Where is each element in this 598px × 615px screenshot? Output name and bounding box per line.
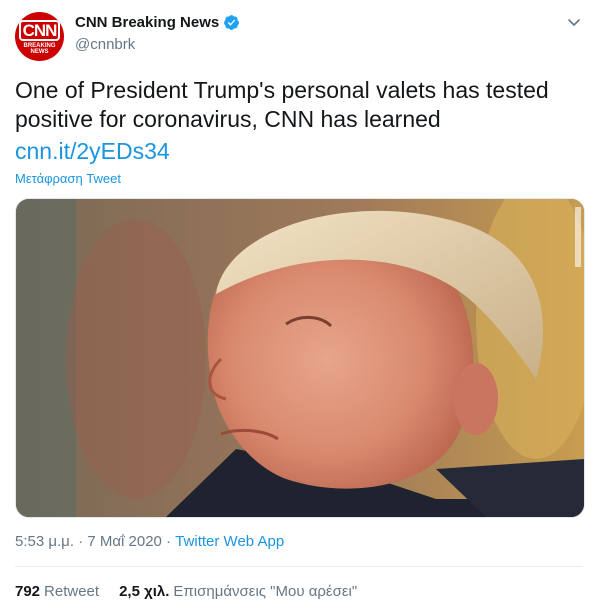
photo-illustration — [16, 199, 584, 517]
avatar-sub-text: BREAKING NEWS — [23, 43, 56, 55]
tweet-photo[interactable] — [15, 198, 585, 518]
avatar[interactable]: CNN BREAKING NEWS — [15, 12, 64, 61]
meta-separator: · — [166, 533, 172, 550]
tweet-stats: 792 Retweet 2,5 χιλ. Επισημάνσεις "Μου α… — [15, 583, 357, 600]
likes-count[interactable]: 2,5 χιλ. — [119, 583, 169, 600]
tweet-date[interactable]: 7 Μαΐ 2020 — [87, 533, 162, 550]
retweet-label[interactable]: Retweet — [44, 583, 99, 600]
verified-badge-icon — [224, 15, 240, 30]
translate-tweet-link[interactable]: Μετάφραση Tweet — [15, 171, 121, 186]
avatar-logo-text: CNN — [18, 20, 61, 41]
account-name-row[interactable]: CNN Breaking News — [75, 14, 240, 31]
divider — [15, 566, 583, 567]
chevron-down-icon[interactable] — [566, 14, 582, 30]
tweet-meta: 5:53 μ.μ. · 7 Μαΐ 2020 · Twitter Web App — [15, 533, 284, 550]
tweet-text: One of President Trump's personal valets… — [15, 77, 549, 132]
retweet-count[interactable]: 792 — [15, 583, 40, 600]
meta-separator: · — [78, 533, 84, 550]
tweet-link[interactable]: cnn.it/2yEDs34 — [15, 137, 170, 166]
tweet-card: CNN BREAKING NEWS CNN Breaking News @cnn… — [0, 0, 598, 615]
photo-credit-strip — [575, 207, 581, 267]
tweet-time[interactable]: 5:53 μ.μ. — [15, 533, 74, 550]
likes-label[interactable]: Επισημάνσεις "Μου αρέσει" — [173, 583, 357, 600]
account-name[interactable]: CNN Breaking News — [75, 14, 219, 31]
account-handle[interactable]: @cnnbrk — [75, 36, 135, 53]
tweet-source[interactable]: Twitter Web App — [175, 533, 284, 550]
